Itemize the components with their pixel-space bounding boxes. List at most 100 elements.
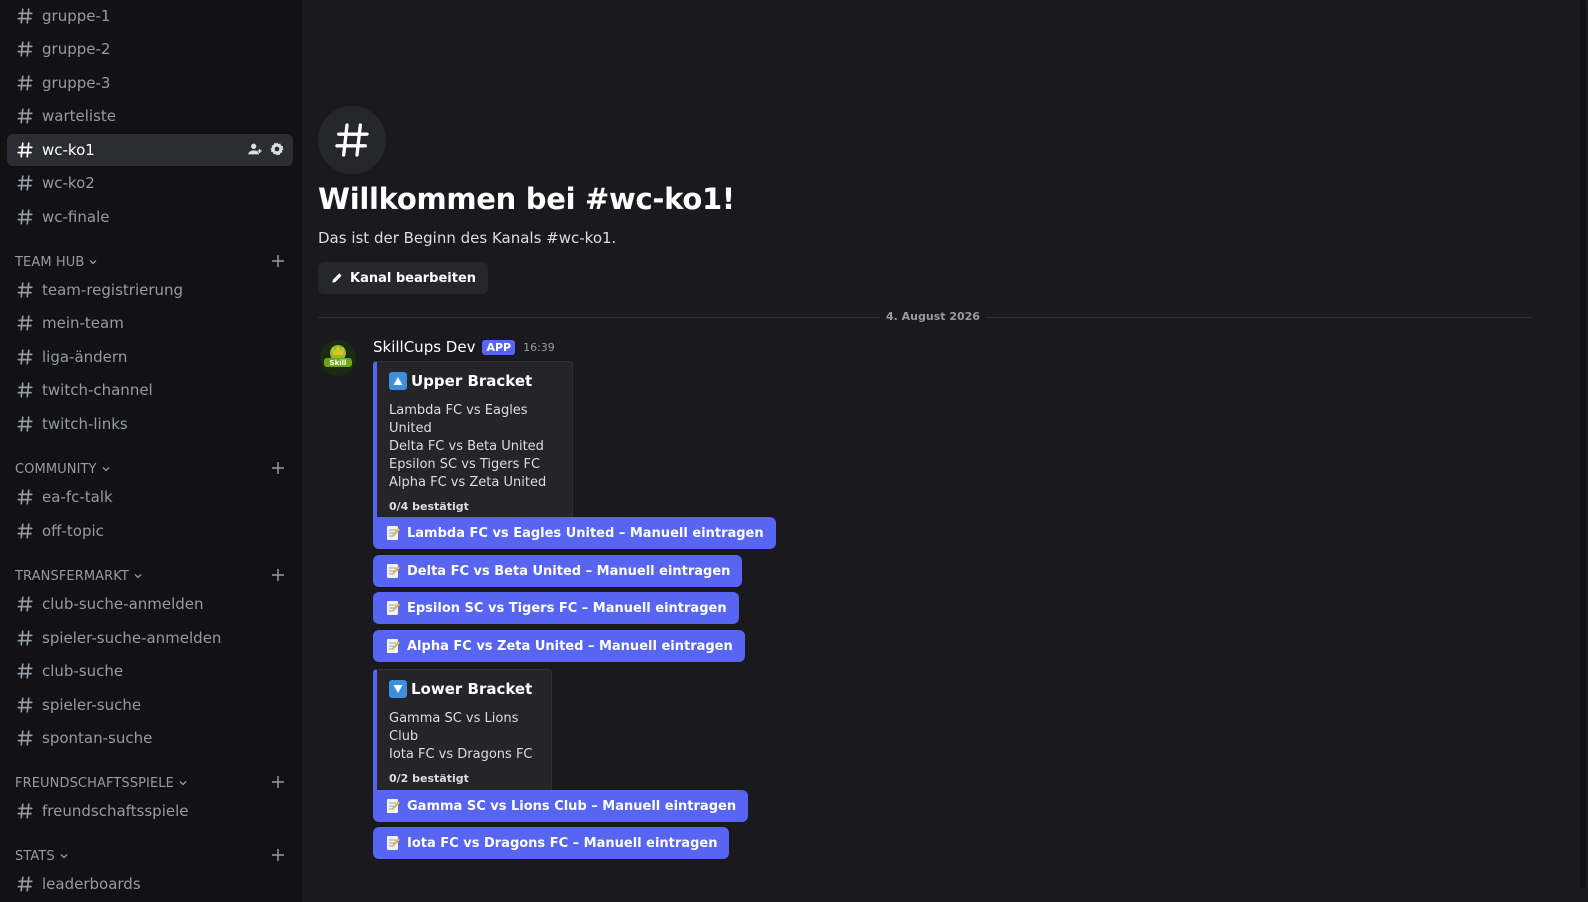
channel-ea-fc-talk[interactable]: ea-fc-talk <box>7 481 293 513</box>
hash-icon <box>318 106 386 174</box>
channel-spieler-suche-anmelden[interactable]: spieler-suche-anmelden <box>7 622 293 654</box>
manual-entry-button[interactable]: Delta FC vs Beta United – Manuell eintra… <box>373 555 743 587</box>
category-label: TRANSFERMARKT <box>15 568 129 584</box>
channel-label: twitch-links <box>42 415 128 433</box>
chevron-down-icon <box>88 257 98 267</box>
channel-label: mein-team <box>42 314 124 332</box>
manual-entry-button[interactable]: Gamma SC vs Lions Club – Manuell eintrag… <box>373 790 749 822</box>
embed-match-list: Gamma SC vs Lions Club Iota FC vs Dragon… <box>389 710 537 764</box>
plus-icon[interactable] <box>271 568 285 582</box>
channel-label: gruppe-1 <box>42 7 111 25</box>
category-label: FREUNDSCHAFTSSPIELE <box>15 775 174 791</box>
category-team-hub[interactable]: TEAM HUB <box>15 253 291 271</box>
button-label: Alpha FC vs Zeta United – Manuell eintra… <box>407 638 733 654</box>
add-member-icon[interactable] <box>247 141 263 157</box>
category-transfermarkt[interactable]: TRANSFERMARKT <box>15 567 291 585</box>
plus-icon[interactable] <box>271 848 285 862</box>
hash-icon <box>16 141 34 159</box>
message-author[interactable]: SkillCups Dev <box>373 338 475 356</box>
hash-icon <box>16 729 34 747</box>
channel-club-suche-anmelden[interactable]: club-suche-anmelden <box>7 588 293 620</box>
category-stats[interactable]: STATS <box>15 847 291 865</box>
channel-label: club-suche-anmelden <box>42 595 204 613</box>
hash-icon <box>16 802 34 820</box>
embed-title: Lower Bracket <box>389 680 537 698</box>
chevron-down-icon <box>178 778 188 788</box>
hash-icon <box>16 208 34 226</box>
manual-entry-button[interactable]: Alpha FC vs Zeta United – Manuell eintra… <box>373 630 745 662</box>
hash-icon <box>16 107 34 125</box>
edit-channel-button[interactable]: Kanal bearbeiten <box>318 262 489 294</box>
welcome-title: Willkommen bei #wc-ko1! <box>318 182 735 216</box>
channel-label: ea-fc-talk <box>42 488 113 506</box>
category-label: COMMUNITY <box>15 461 97 477</box>
category-label: TEAM HUB <box>15 254 85 270</box>
category-community[interactable]: COMMUNITY <box>15 460 291 478</box>
channel-leaderboards[interactable]: leaderboards <box>7 868 293 900</box>
channel-club-suche[interactable]: club-suche <box>7 655 293 687</box>
svg-text:Skill: Skill <box>330 359 347 367</box>
hash-icon <box>16 696 34 714</box>
embed-footer: 0/2 bestätigt <box>389 772 469 785</box>
channel-wc-ko2[interactable]: wc-ko2 <box>7 167 293 199</box>
channel-twitch-channel[interactable]: twitch-channel <box>7 374 293 406</box>
scrollbar-thumb[interactable] <box>1580 0 1586 888</box>
channel-gruppe-1[interactable]: gruppe-1 <box>7 0 293 32</box>
match-line: Epsilon SC vs Tigers FC <box>389 457 541 472</box>
channel-wc-ko1[interactable]: wc-ko1 <box>7 134 293 166</box>
channel-team-registrierung[interactable]: team-registrierung <box>7 274 293 306</box>
chat-area: Willkommen bei #wc-ko1! Das ist der Begi… <box>302 0 1588 902</box>
channel-gruppe-2[interactable]: gruppe-2 <box>7 33 293 65</box>
embed-title: Upper Bracket <box>389 372 558 390</box>
match-line: Lambda FC vs Eagles United <box>389 403 528 436</box>
plus-icon[interactable] <box>271 254 285 268</box>
avatar[interactable]: Skill <box>318 338 358 378</box>
memo-icon <box>385 798 401 814</box>
memo-icon <box>385 638 401 654</box>
hash-icon <box>16 174 34 192</box>
memo-icon <box>385 600 401 616</box>
category-freundschaftsspiele[interactable]: FREUNDSCHAFTSSPIELE <box>15 774 291 792</box>
plus-icon[interactable] <box>271 775 285 789</box>
channel-liga-andern[interactable]: liga-ändern <box>7 341 293 373</box>
welcome-subtitle: Das ist der Beginn des Kanals #wc-ko1. <box>318 229 617 247</box>
manual-entry-button[interactable]: Lambda FC vs Eagles United – Manuell ein… <box>373 517 776 549</box>
plus-icon[interactable] <box>271 461 285 475</box>
lower-bracket-embed: Lower Bracket Gamma SC vs Lions Club Iot… <box>373 669 552 798</box>
chevron-down-icon <box>101 464 111 474</box>
date-divider-label: 4. August 2026 <box>880 310 986 323</box>
channel-spontan-suche[interactable]: spontan-suche <box>7 722 293 754</box>
embed-title-text: Lower Bracket <box>411 680 533 698</box>
channel-spieler-suche[interactable]: spieler-suche <box>7 689 293 721</box>
memo-icon <box>385 563 401 579</box>
gear-icon[interactable] <box>269 141 285 157</box>
hash-icon <box>16 488 34 506</box>
hash-icon <box>16 281 34 299</box>
chevron-down-icon <box>59 851 69 861</box>
channel-mein-team[interactable]: mein-team <box>7 307 293 339</box>
channel-label: gruppe-3 <box>42 74 111 92</box>
scrollbar[interactable] <box>1578 0 1588 902</box>
channel-warteliste[interactable]: warteliste <box>7 100 293 132</box>
channel-twitch-links[interactable]: twitch-links <box>7 408 293 440</box>
manual-entry-button[interactable]: Iota FC vs Dragons FC – Manuell eintrage… <box>373 827 730 859</box>
channel-freundschaftsspiele[interactable]: freundschaftsspiele <box>7 795 293 827</box>
channel-label: club-suche <box>42 662 124 680</box>
channel-gruppe-3[interactable]: gruppe-3 <box>7 67 293 99</box>
chevron-down-icon <box>133 571 143 581</box>
memo-icon <box>385 835 401 851</box>
manual-entry-button[interactable]: Epsilon SC vs Tigers FC – Manuell eintra… <box>373 592 739 624</box>
hash-icon <box>16 40 34 58</box>
match-line: Alpha FC vs Zeta United <box>389 475 547 490</box>
channel-label: wc-ko1 <box>42 141 95 159</box>
hash-icon <box>16 875 34 893</box>
channel-label: leaderboards <box>42 875 141 893</box>
embed-title-text: Upper Bracket <box>411 372 533 390</box>
hash-icon <box>16 662 34 680</box>
channel-label: warteliste <box>42 107 116 125</box>
channel-wc-finale[interactable]: wc-finale <box>7 201 293 233</box>
button-label: Iota FC vs Dragons FC – Manuell eintrage… <box>407 835 718 851</box>
channel-off-topic[interactable]: off-topic <box>7 515 293 547</box>
hash-icon <box>16 7 34 25</box>
hash-icon <box>16 629 34 647</box>
